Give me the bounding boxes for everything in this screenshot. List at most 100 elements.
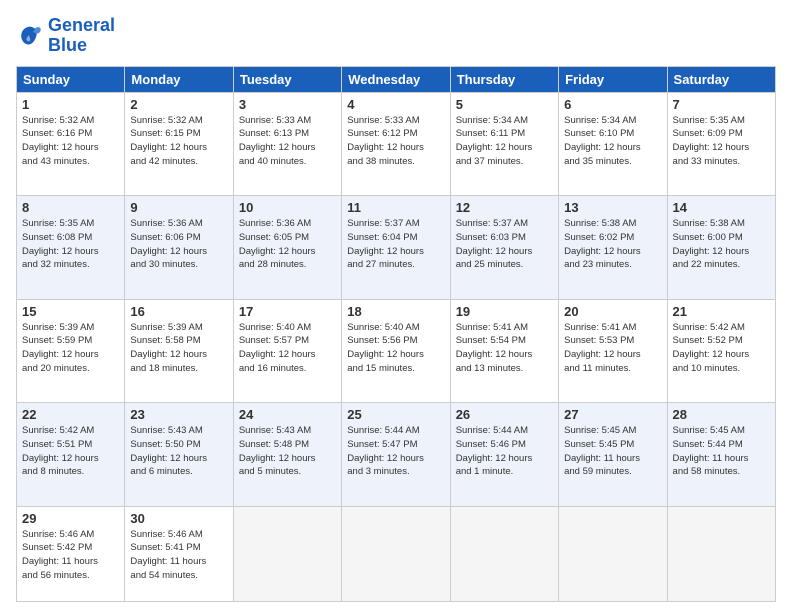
day-info: Sunrise: 5:32 AMSunset: 6:16 PMDaylight:… xyxy=(22,114,119,169)
day-info: Sunrise: 5:46 AMSunset: 5:41 PMDaylight:… xyxy=(130,528,227,583)
calendar-cell: 2 Sunrise: 5:32 AMSunset: 6:15 PMDaylight… xyxy=(125,92,233,196)
calendar-cell: 23Sunrise: 5:43 AMSunset: 5:50 PMDayligh… xyxy=(125,403,233,507)
day-info: Sunrise: 5:44 AMSunset: 5:47 PMDaylight:… xyxy=(347,424,444,479)
calendar-cell: 8 Sunrise: 5:35 AMSunset: 6:08 PMDaylight… xyxy=(17,196,125,300)
calendar-cell: 3Sunrise: 5:33 AMSunset: 6:13 PMDaylight… xyxy=(233,92,341,196)
day-number: 13 xyxy=(564,200,661,215)
day-info: Sunrise: 5:38 AMSunset: 6:00 PMDaylight:… xyxy=(673,217,770,272)
day-info: Sunrise: 5:45 AMSunset: 5:44 PMDaylight:… xyxy=(673,424,770,479)
day-info: Sunrise: 5:33 AMSunset: 6:12 PMDaylight:… xyxy=(347,114,444,169)
day-number: 6 xyxy=(564,97,661,112)
day-info: Sunrise: 5:36 AMSunset: 6:06 PMDaylight:… xyxy=(130,217,227,272)
header: General Blue xyxy=(16,16,776,56)
day-info: Sunrise: 5:41 AMSunset: 5:53 PMDaylight:… xyxy=(564,321,661,376)
day-info: Sunrise: 5:40 AMSunset: 5:56 PMDaylight:… xyxy=(347,321,444,376)
day-number: 1 xyxy=(22,97,119,112)
calendar-table: SundayMondayTuesdayWednesdayThursdayFrid… xyxy=(16,66,776,602)
day-info: Sunrise: 5:37 AMSunset: 6:04 PMDaylight:… xyxy=(347,217,444,272)
logo: General Blue xyxy=(16,16,115,56)
day-number: 15 xyxy=(22,304,119,319)
day-info: Sunrise: 5:39 AMSunset: 5:59 PMDaylight:… xyxy=(22,321,119,376)
day-number: 7 xyxy=(673,97,770,112)
calendar-cell: 26 Sunrise: 5:44 AMSunset: 5:46 PMDayligh… xyxy=(450,403,558,507)
day-number: 24 xyxy=(239,407,336,422)
calendar-week-row: 29 Sunrise: 5:46 AMSunset: 5:42 PMDayligh… xyxy=(17,506,776,601)
day-number: 19 xyxy=(456,304,553,319)
day-number: 14 xyxy=(673,200,770,215)
calendar-cell: 1 Sunrise: 5:32 AMSunset: 6:16 PMDaylight… xyxy=(17,92,125,196)
calendar-cell: 20 Sunrise: 5:41 AMSunset: 5:53 PMDayligh… xyxy=(559,299,667,403)
day-info: Sunrise: 5:35 AMSunset: 6:09 PMDaylight:… xyxy=(673,114,770,169)
calendar-header-row: SundayMondayTuesdayWednesdayThursdayFrid… xyxy=(17,66,776,92)
day-number: 29 xyxy=(22,511,119,526)
calendar-cell xyxy=(233,506,341,601)
day-info: Sunrise: 5:35 AMSunset: 6:08 PMDaylight:… xyxy=(22,217,119,272)
calendar-cell: 6 Sunrise: 5:34 AMSunset: 6:10 PMDaylight… xyxy=(559,92,667,196)
day-number: 2 xyxy=(130,97,227,112)
day-number: 27 xyxy=(564,407,661,422)
calendar-cell: 15 Sunrise: 5:39 AMSunset: 5:59 PMDayligh… xyxy=(17,299,125,403)
calendar-cell: 4Sunrise: 5:33 AMSunset: 6:12 PMDaylight… xyxy=(342,92,450,196)
calendar-col-header: Saturday xyxy=(667,66,775,92)
calendar-cell: 22Sunrise: 5:42 AMSunset: 5:51 PMDayligh… xyxy=(17,403,125,507)
calendar-cell: 28 Sunrise: 5:45 AMSunset: 5:44 PMDayligh… xyxy=(667,403,775,507)
calendar-week-row: 1 Sunrise: 5:32 AMSunset: 6:16 PMDaylight… xyxy=(17,92,776,196)
calendar-week-row: 22Sunrise: 5:42 AMSunset: 5:51 PMDayligh… xyxy=(17,403,776,507)
calendar-cell xyxy=(450,506,558,601)
day-number: 9 xyxy=(130,200,227,215)
day-number: 28 xyxy=(673,407,770,422)
day-info: Sunrise: 5:38 AMSunset: 6:02 PMDaylight:… xyxy=(564,217,661,272)
day-info: Sunrise: 5:41 AMSunset: 5:54 PMDaylight:… xyxy=(456,321,553,376)
calendar-col-header: Tuesday xyxy=(233,66,341,92)
day-info: Sunrise: 5:39 AMSunset: 5:58 PMDaylight:… xyxy=(130,321,227,376)
calendar-col-header: Sunday xyxy=(17,66,125,92)
day-number: 25 xyxy=(347,407,444,422)
calendar-cell: 19 Sunrise: 5:41 AMSunset: 5:54 PMDayligh… xyxy=(450,299,558,403)
day-info: Sunrise: 5:34 AMSunset: 6:10 PMDaylight:… xyxy=(564,114,661,169)
calendar-cell: 7 Sunrise: 5:35 AMSunset: 6:09 PMDaylight… xyxy=(667,92,775,196)
calendar-cell: 24 Sunrise: 5:43 AMSunset: 5:48 PMDayligh… xyxy=(233,403,341,507)
calendar-cell: 5Sunrise: 5:34 AMSunset: 6:11 PMDaylight… xyxy=(450,92,558,196)
day-number: 10 xyxy=(239,200,336,215)
logo-icon xyxy=(16,22,44,50)
day-info: Sunrise: 5:44 AMSunset: 5:46 PMDaylight:… xyxy=(456,424,553,479)
day-number: 26 xyxy=(456,407,553,422)
day-number: 3 xyxy=(239,97,336,112)
day-info: Sunrise: 5:43 AMSunset: 5:48 PMDaylight:… xyxy=(239,424,336,479)
logo-text: General Blue xyxy=(48,16,115,56)
calendar-col-header: Thursday xyxy=(450,66,558,92)
day-number: 30 xyxy=(130,511,227,526)
calendar-cell: 12 Sunrise: 5:37 AMSunset: 6:03 PMDayligh… xyxy=(450,196,558,300)
calendar-cell xyxy=(667,506,775,601)
day-info: Sunrise: 5:42 AMSunset: 5:52 PMDaylight:… xyxy=(673,321,770,376)
day-info: Sunrise: 5:32 AMSunset: 6:15 PMDaylight:… xyxy=(130,114,227,169)
day-info: Sunrise: 5:46 AMSunset: 5:42 PMDaylight:… xyxy=(22,528,119,583)
calendar-cell: 21 Sunrise: 5:42 AMSunset: 5:52 PMDayligh… xyxy=(667,299,775,403)
calendar-cell xyxy=(342,506,450,601)
day-info: Sunrise: 5:45 AMSunset: 5:45 PMDaylight:… xyxy=(564,424,661,479)
calendar-cell xyxy=(559,506,667,601)
day-number: 20 xyxy=(564,304,661,319)
day-info: Sunrise: 5:37 AMSunset: 6:03 PMDaylight:… xyxy=(456,217,553,272)
calendar-cell: 27 Sunrise: 5:45 AMSunset: 5:45 PMDayligh… xyxy=(559,403,667,507)
day-number: 18 xyxy=(347,304,444,319)
day-info: Sunrise: 5:40 AMSunset: 5:57 PMDaylight:… xyxy=(239,321,336,376)
calendar-body: 1 Sunrise: 5:32 AMSunset: 6:16 PMDaylight… xyxy=(17,92,776,601)
day-number: 21 xyxy=(673,304,770,319)
calendar-week-row: 8 Sunrise: 5:35 AMSunset: 6:08 PMDaylight… xyxy=(17,196,776,300)
calendar-cell: 17Sunrise: 5:40 AMSunset: 5:57 PMDayligh… xyxy=(233,299,341,403)
calendar-col-header: Friday xyxy=(559,66,667,92)
day-number: 5 xyxy=(456,97,553,112)
calendar-cell: 30 Sunrise: 5:46 AMSunset: 5:41 PMDayligh… xyxy=(125,506,233,601)
day-info: Sunrise: 5:36 AMSunset: 6:05 PMDaylight:… xyxy=(239,217,336,272)
calendar-cell: 11 Sunrise: 5:37 AMSunset: 6:04 PMDayligh… xyxy=(342,196,450,300)
calendar-cell: 16Sunrise: 5:39 AMSunset: 5:58 PMDayligh… xyxy=(125,299,233,403)
day-number: 11 xyxy=(347,200,444,215)
day-number: 12 xyxy=(456,200,553,215)
day-info: Sunrise: 5:43 AMSunset: 5:50 PMDaylight:… xyxy=(130,424,227,479)
calendar-col-header: Wednesday xyxy=(342,66,450,92)
day-number: 8 xyxy=(22,200,119,215)
page: General Blue SundayMondayTuesdayWednesda… xyxy=(0,0,792,612)
calendar-cell: 9 Sunrise: 5:36 AMSunset: 6:06 PMDaylight… xyxy=(125,196,233,300)
calendar-week-row: 15 Sunrise: 5:39 AMSunset: 5:59 PMDayligh… xyxy=(17,299,776,403)
